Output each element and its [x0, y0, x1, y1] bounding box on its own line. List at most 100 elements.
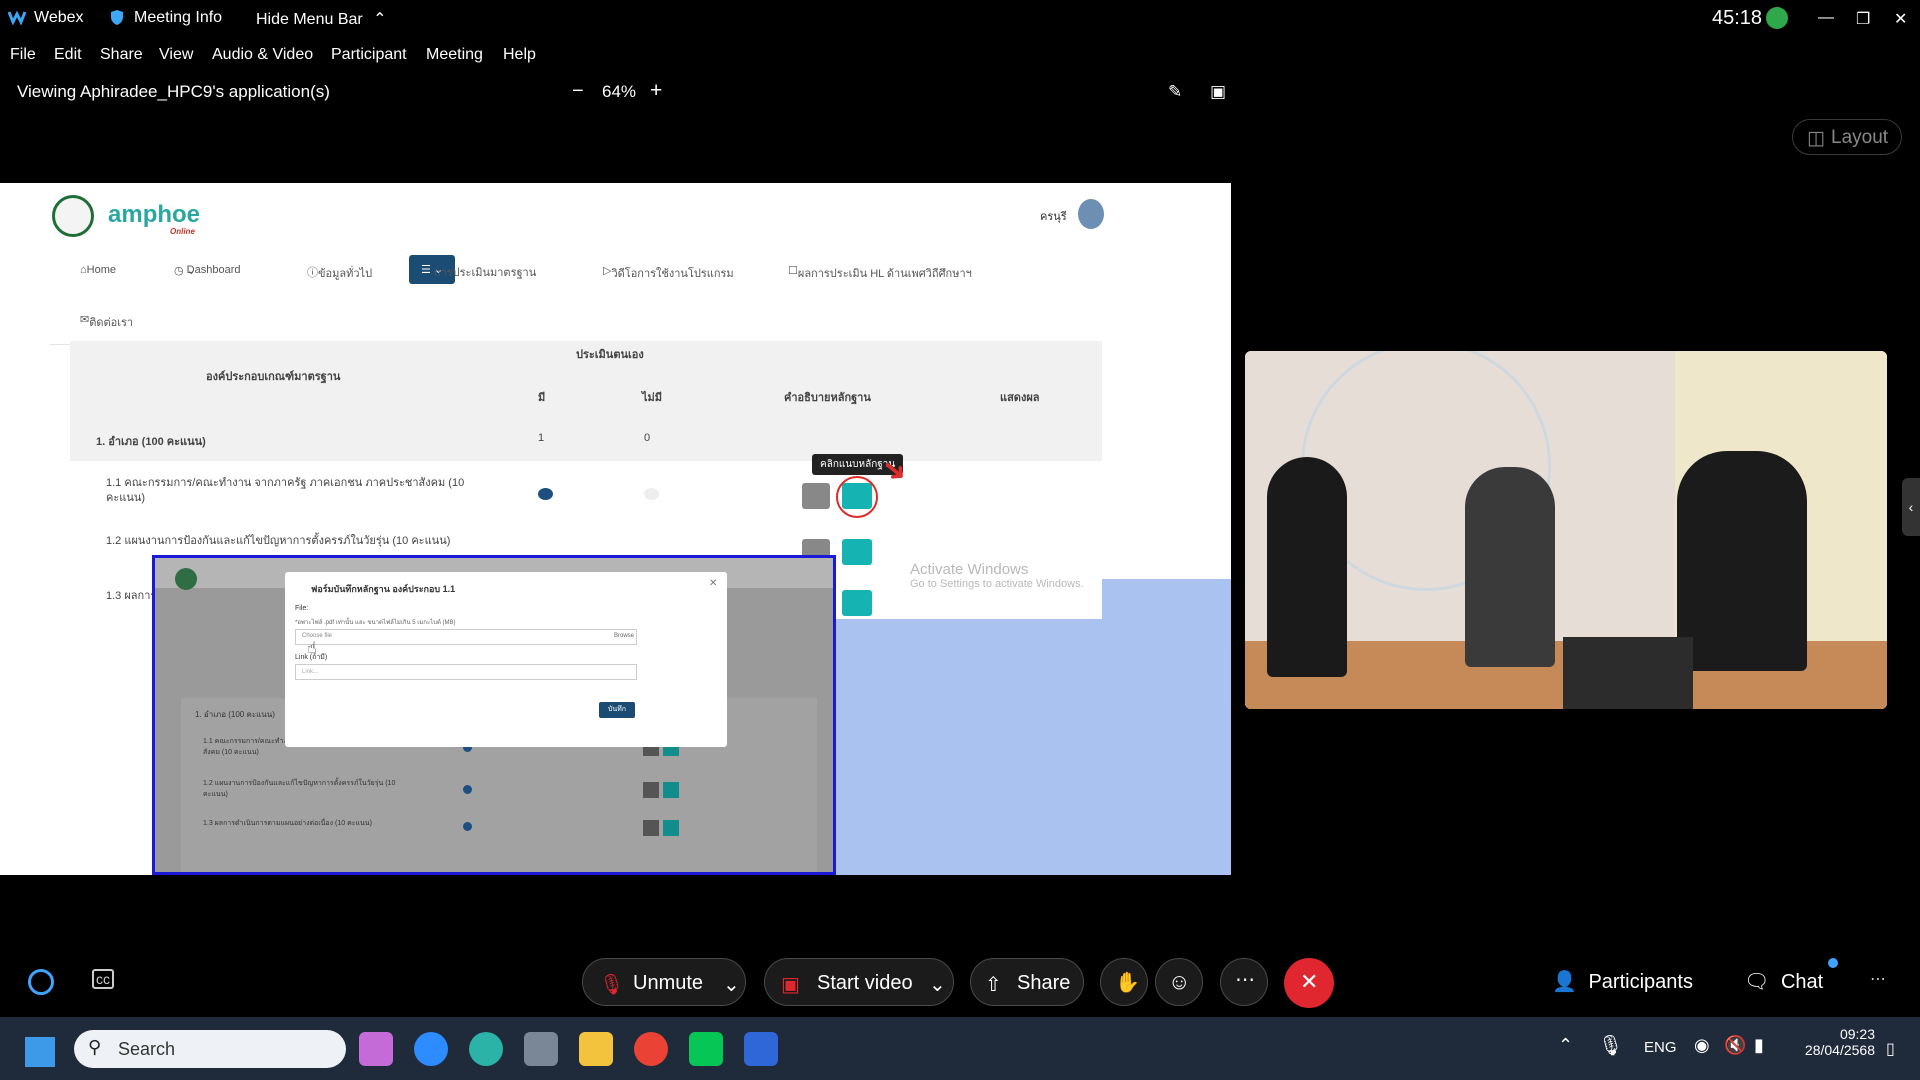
nav-assessment-label: การประเมินมาตรฐาน — [433, 267, 537, 279]
section-no-count: 0 — [644, 432, 651, 444]
zoom-app-icon[interactable] — [414, 1032, 448, 1066]
nav-contact[interactable]: ✉ ติดต่อเรา — [80, 313, 133, 329]
network-stats-icon[interactable] — [1766, 7, 1788, 29]
radio-yes-selected[interactable] — [538, 488, 553, 500]
nav-assessment[interactable]: ☰ การประเมินมาตรฐาน ⌄ — [409, 255, 536, 284]
chat-button[interactable]: 🗨 Chat — [1744, 969, 1823, 994]
laptop — [1563, 637, 1693, 709]
taskbar-search[interactable]: ⚲ Search — [74, 1030, 346, 1068]
overlay-window[interactable]: 1. อำเภอ (100 คะแนน) 1.1 คณะกรรมการ/คณะท… — [152, 555, 836, 875]
menu-meeting[interactable]: Meeting — [426, 46, 483, 64]
nav-general-info[interactable]: ⓘ ข้อมูลทั่วไป — [307, 264, 372, 280]
col-desc-header: คำอธิบายหลักฐาน — [784, 392, 871, 404]
raise-hand-button[interactable]: ✋ — [1100, 958, 1148, 1006]
activate-title: Activate Windows — [910, 561, 1029, 578]
nav-dashboard-label: Dashboard — [186, 264, 241, 276]
file-explorer-icon[interactable] — [579, 1032, 613, 1066]
col-no-header: ไม่มี — [642, 392, 663, 404]
nav-dashboard[interactable]: ◷ Dashboard ⌄ — [174, 264, 240, 277]
copilot-icon[interactable] — [359, 1032, 393, 1066]
menu-help[interactable]: Help — [503, 46, 536, 64]
menu-participant[interactable]: Participant — [331, 46, 407, 64]
menu-edit[interactable]: Edit — [54, 46, 82, 64]
unmute-button[interactable]: 🎙 Unmute ⌄ — [582, 958, 746, 1006]
participants-button[interactable]: 👤 Participants — [1552, 969, 1693, 994]
view-document-button[interactable] — [802, 483, 830, 509]
attach-link-button[interactable] — [842, 590, 872, 616]
leave-meeting-button[interactable]: ✕ — [1284, 958, 1334, 1008]
brand-sub: Online — [170, 227, 195, 236]
show-hidden-icons[interactable]: ⌃ — [1558, 1035, 1573, 1056]
start-video-label: Start video — [817, 972, 913, 994]
hide-menu-bar-button[interactable]: Hide Menu Bar ⌃ — [256, 9, 387, 29]
participants-label: Participants — [1588, 971, 1693, 993]
nav-hl-results[interactable]: ☐ ผลการประเมิน HL ด้านเพศวิถีศึกษาฯ — [788, 264, 972, 280]
menu-share[interactable]: Share — [100, 46, 143, 64]
title-bar: Webex Meeting Info Hide Menu Bar ⌃ 45:18… — [0, 0, 1920, 40]
shared-screen[interactable]: amphoe Online ครนุรี ⌂ Home ◷ Dashboard … — [0, 183, 1231, 875]
edge-icon[interactable] — [469, 1032, 503, 1066]
chrome-icon[interactable] — [634, 1032, 668, 1066]
volume-muted-icon[interactable]: 🔇 — [1724, 1035, 1746, 1056]
remote-control-icon[interactable]: ▣ — [1210, 82, 1226, 102]
line-app-icon[interactable] — [689, 1032, 723, 1066]
notifications-icon[interactable]: ▯ — [1886, 1039, 1895, 1059]
zoom-out-button[interactable]: − — [572, 80, 584, 103]
reactions-button[interactable]: ☺ — [1155, 958, 1203, 1006]
link-input[interactable]: Link... — [295, 664, 637, 680]
captions-icon[interactable]: cc — [92, 969, 114, 989]
share-button[interactable]: ⇧ Share — [970, 958, 1084, 1006]
windows-taskbar: ⚲ Search ⌃ 🎙 ENG ◉ 🔇 ▮ 09:23 28/04/2568 … — [0, 1017, 1920, 1080]
modal-close-icon[interactable]: ✕ — [709, 578, 717, 589]
file-label: File: — [295, 605, 309, 612]
windows-start-icon[interactable] — [25, 1037, 55, 1067]
file-server-icon[interactable] — [524, 1032, 558, 1066]
table-row: 1.3 ผลการ — [106, 590, 157, 602]
more-options-button[interactable]: ⋯ — [1220, 958, 1268, 1006]
nav-home[interactable]: ⌂ Home — [80, 264, 116, 276]
annotate-icon[interactable]: ✎ — [1168, 82, 1182, 102]
zoom-in-button[interactable]: + — [650, 79, 662, 103]
evidence-form-modal: ฟอร์มบันทึกหลักฐาน องค์ประกอบ 1.1 ✕ File… — [285, 572, 727, 747]
chevron-down-icon[interactable]: ⌄ — [723, 972, 740, 997]
meeting-info-button[interactable]: Meeting Info — [134, 9, 222, 27]
layout-button[interactable]: ◫ Layout — [1792, 119, 1902, 155]
mic-muted-tray-icon[interactable]: 🎙 — [1598, 1033, 1623, 1058]
file-input[interactable]: Choose file Browse — [295, 629, 637, 645]
participant-video[interactable] — [1245, 351, 1887, 709]
restore-icon[interactable]: ❐ — [1856, 9, 1870, 29]
browse-button[interactable]: Browse — [614, 633, 634, 639]
brand-name: amphoe — [108, 201, 201, 228]
close-icon[interactable]: ✕ — [1894, 9, 1907, 29]
site-nav: ⌂ Home ◷ Dashboard ⌄ ⓘ ข้อมูลทั่วไป ☰ กา… — [50, 245, 1102, 345]
clock[interactable]: 09:23 28/04/2568 — [1795, 1026, 1875, 1058]
save-button[interactable]: บันทึก — [599, 702, 635, 718]
search-label: Search — [118, 1039, 176, 1059]
avatar[interactable] — [1078, 199, 1104, 229]
radio-no[interactable] — [644, 488, 659, 500]
menu-view[interactable]: View — [159, 46, 193, 64]
webex-taskbar-icon[interactable] — [744, 1032, 778, 1066]
nav-hl-results-label: ผลการประเมิน HL ด้านเพศวิถีศึกษาฯ — [797, 268, 972, 280]
wifi-icon[interactable]: ◉ — [1694, 1035, 1710, 1056]
menu-audio-video[interactable]: Audio & Video — [212, 46, 313, 64]
overlay-radio — [463, 785, 472, 794]
collapse-panel-button[interactable]: ‹ — [1902, 478, 1920, 536]
col-result-header: แสดงผล — [1000, 392, 1040, 404]
nav-video[interactable]: ▷ วิดีโอการใช้งานโปรแกรม — [603, 264, 734, 280]
activate-windows-watermark: Activate Windows Go to Settings to activ… — [910, 561, 1084, 590]
start-video-button[interactable]: ▣ Start video ⌄ — [764, 958, 954, 1006]
more-options-icon[interactable]: ⋯ — [1870, 969, 1886, 989]
menu-file[interactable]: File — [10, 46, 36, 64]
chevron-down-icon[interactable]: ⌄ — [929, 972, 946, 997]
share-label: Share — [1017, 972, 1071, 994]
ai-assistant-icon[interactable] — [28, 969, 54, 995]
overlay-link-button — [663, 782, 679, 798]
app-name: Webex — [34, 9, 84, 26]
battery-icon[interactable]: ▮ — [1754, 1035, 1764, 1056]
time: 09:23 — [1839, 1026, 1875, 1042]
more-icon: ⋯ — [1235, 969, 1255, 991]
language-indicator[interactable]: ENG — [1644, 1039, 1677, 1056]
minimize-icon[interactable]: — — [1818, 9, 1834, 27]
attach-link-button[interactable] — [842, 539, 872, 565]
